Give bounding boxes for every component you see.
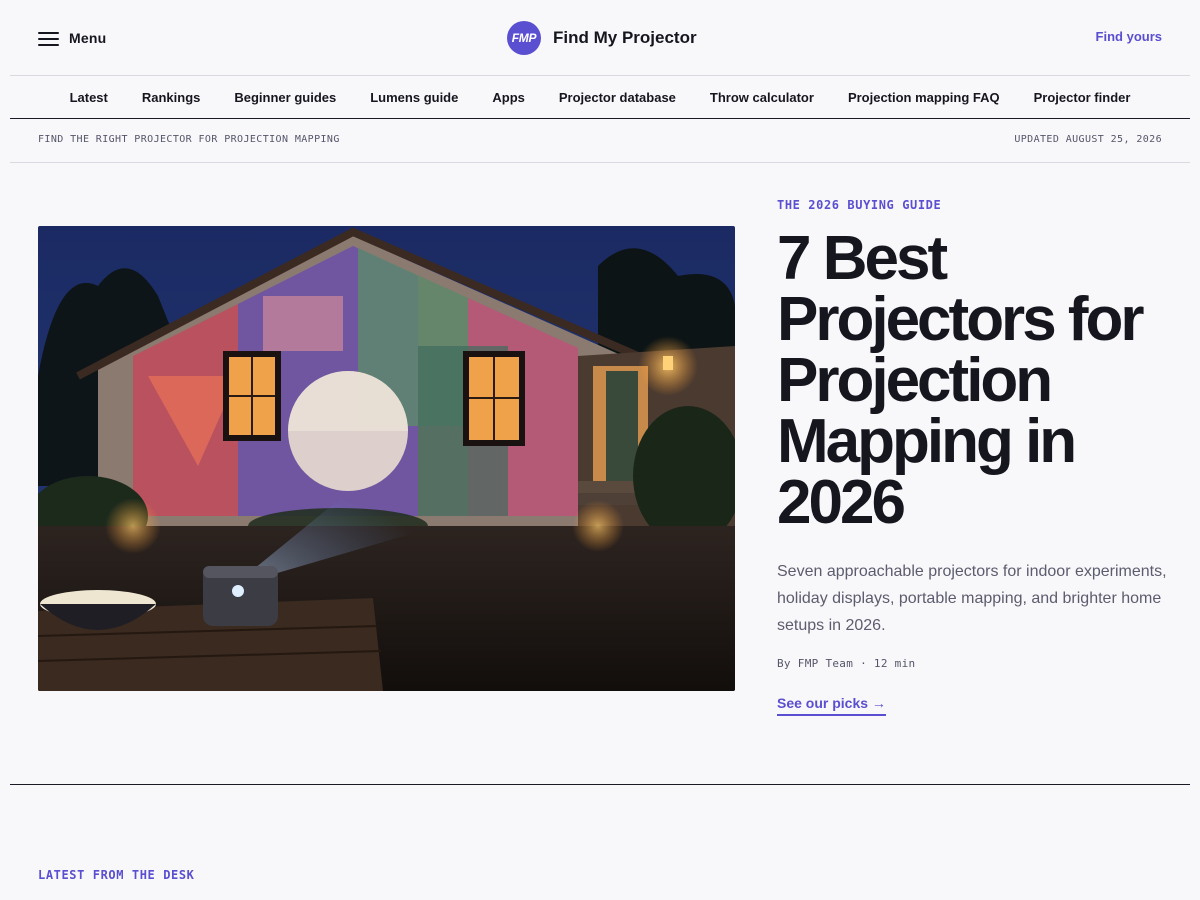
divider bbox=[10, 118, 1190, 119]
divider bbox=[10, 162, 1190, 163]
brand-home-link[interactable]: FMP Find My Projector bbox=[507, 21, 697, 55]
nav-item-latest[interactable]: Latest bbox=[70, 90, 108, 105]
nav-item-projector-finder[interactable]: Projector finder bbox=[1034, 90, 1131, 105]
site-header: Menu FMP Find My Projector Find yours bbox=[0, 0, 1200, 75]
hero-kicker: THE 2026 BUYING GUIDE bbox=[777, 198, 942, 212]
menu-button[interactable]: Menu bbox=[38, 27, 106, 49]
nav-item-lumens-guide[interactable]: Lumens guide bbox=[370, 90, 458, 105]
hero-byline: By FMP Team · 12 min bbox=[777, 657, 916, 670]
nav-item-projector-database[interactable]: Projector database bbox=[559, 90, 676, 105]
hamburger-icon[interactable] bbox=[38, 31, 59, 46]
hero-dek: Seven approachable projectors for indoor… bbox=[777, 563, 1167, 634]
logo-badge: FMP bbox=[507, 21, 541, 55]
updated-date: UPDATED AUGUST 25, 2026 bbox=[1014, 134, 1162, 145]
house-projection-illustration bbox=[38, 226, 735, 691]
find-yours-link[interactable]: Find yours bbox=[1096, 29, 1162, 44]
nav-item-apps[interactable]: Apps bbox=[492, 90, 525, 105]
hero-headline[interactable]: 7 Best Projectors for Projection Mapping… bbox=[777, 228, 1177, 534]
menu-label: Menu bbox=[69, 30, 107, 46]
divider bbox=[10, 784, 1190, 785]
brand-name: Find My Projector bbox=[553, 28, 697, 47]
latest-section-label: LATEST FROM THE DESK bbox=[38, 868, 195, 882]
primary-nav: Latest Rankings Beginner guides Lumens g… bbox=[0, 76, 1200, 118]
nav-item-rankings[interactable]: Rankings bbox=[142, 90, 201, 105]
nav-item-throw-calculator[interactable]: Throw calculator bbox=[710, 90, 814, 105]
site-tagline: FIND THE RIGHT PROJECTOR FOR PROJECTION … bbox=[38, 134, 340, 145]
hero-image[interactable] bbox=[38, 226, 735, 691]
see-our-picks-link[interactable]: See our picks → bbox=[777, 695, 886, 716]
nav-item-projection-mapping-faq[interactable]: Projection mapping FAQ bbox=[848, 90, 1000, 105]
nav-item-beginner-guides[interactable]: Beginner guides bbox=[234, 90, 336, 105]
